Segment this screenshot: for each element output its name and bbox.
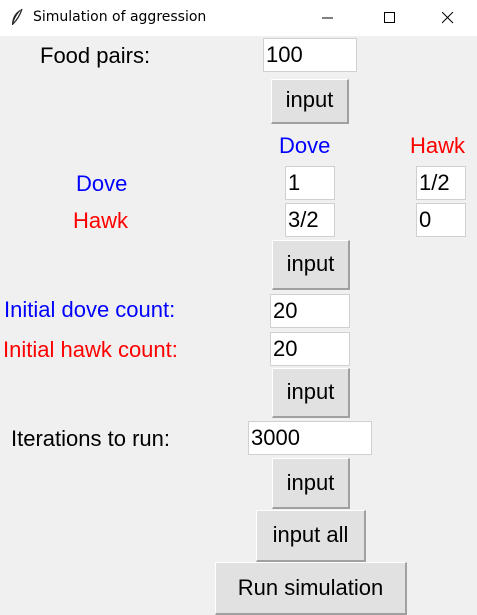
food-pairs-input[interactable]: 100 [263,38,357,72]
payoff-dove-dove-input[interactable]: 1 [285,166,335,200]
payoff-row-dove: Dove [76,171,128,196]
food-pairs-input-button[interactable]: input [271,79,349,124]
run-simulation-button[interactable]: Run simulation [215,562,407,615]
food-pairs-label: Food pairs: [40,43,151,68]
iterations-label: Iterations to run: [11,426,170,451]
payoff-hawk-dove-input[interactable]: 3/2 [285,203,335,237]
input-all-button[interactable]: input all [256,510,366,562]
initial-hawk-label: Initial hawk count: [3,337,178,362]
initial-dove-input[interactable]: 20 [270,294,350,328]
iterations-input-button[interactable]: input [272,458,350,509]
minimize-icon [322,17,333,19]
close-button[interactable] [419,0,477,36]
maximize-icon [384,12,395,23]
initial-input-button[interactable]: input [272,368,350,418]
payoff-input-button[interactable]: input [272,240,350,290]
payoff-col-dove: Dove [279,133,331,158]
minimize-button[interactable] [299,0,357,36]
maximize-button[interactable] [361,0,419,36]
iterations-input[interactable]: 3000 [248,421,372,455]
window-title: Simulation of aggression [33,9,207,25]
feather-icon [9,8,25,28]
initial-dove-label: Initial dove count: [4,297,176,322]
payoff-hawk-hawk-input[interactable]: 0 [416,203,466,237]
initial-hawk-input[interactable]: 20 [270,332,350,366]
title-bar[interactable]: Simulation of aggression [0,0,477,36]
payoff-col-hawk: Hawk [410,133,466,158]
close-icon [442,12,454,24]
payoff-row-hawk: Hawk [73,208,129,233]
payoff-dove-hawk-input[interactable]: 1/2 [416,166,466,200]
